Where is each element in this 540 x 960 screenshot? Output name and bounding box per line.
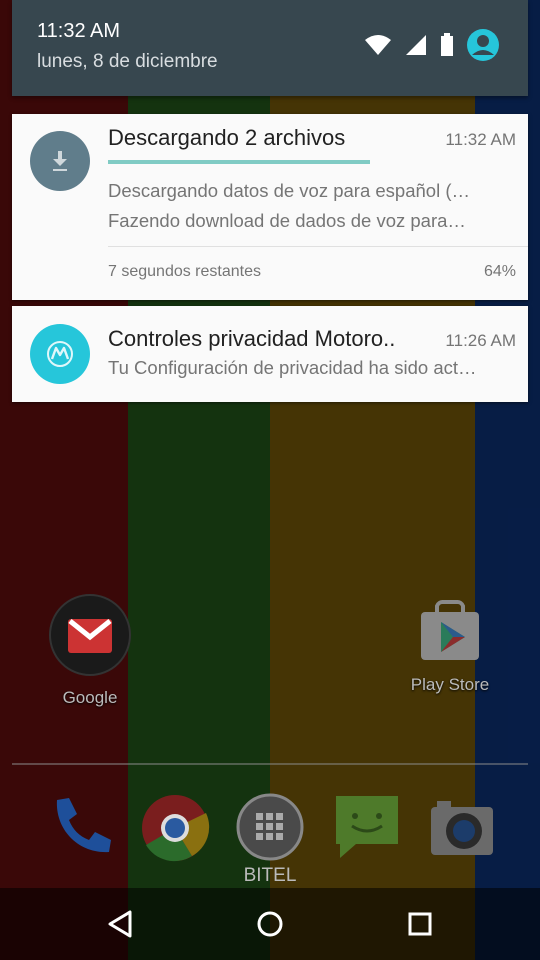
clock: 11:32 AM [37, 20, 121, 42]
recents-button[interactable] [400, 906, 440, 942]
download-icon [30, 131, 90, 191]
download-progress-bar [108, 160, 370, 164]
user-account-icon[interactable] [466, 28, 500, 62]
signal-icon [404, 34, 428, 56]
dock-chrome[interactable] [138, 793, 212, 868]
camera-icon [431, 801, 493, 855]
notification-text-line: Tu Configuración de privacidad ha sido a… [108, 357, 477, 378]
notification-divider [108, 246, 528, 247]
notification-title: Descargando 2 archivos [108, 125, 346, 150]
battery-icon [440, 33, 454, 57]
back-button[interactable] [100, 906, 140, 942]
messaging-icon [336, 796, 398, 858]
app-play-store[interactable]: Play Store [405, 600, 495, 695]
app-drawer-label: BITEL [243, 865, 297, 886]
quick-settings-header[interactable]: 11:32 AM lunes, 8 de diciembre [12, 0, 528, 96]
home-button[interactable] [250, 906, 290, 942]
notification-time: 11:32 AM [445, 130, 516, 149]
notification-download[interactable]: Descargando 2 archivos 11:32 AM Descarga… [12, 114, 528, 300]
notification-motorola-privacy[interactable]: Controles privacidad Motoro.. 11:26 AM T… [12, 306, 528, 402]
dock-divider [12, 763, 528, 765]
notification-title: Controles privacidad Motoro.. [108, 326, 396, 351]
notification-text-line: Descargando datos de voz para español (… [108, 180, 470, 201]
back-icon [108, 910, 132, 938]
dock-camera[interactable] [425, 797, 499, 864]
app-label-play-store: Play Store [410, 675, 490, 694]
recents-icon [408, 912, 432, 936]
time-remaining-label: 7 segundos restantes [108, 263, 261, 280]
play-store-icon [421, 600, 479, 660]
wifi-icon [364, 34, 392, 56]
chrome-icon [142, 795, 210, 862]
home-icon [257, 911, 283, 937]
dock-app-drawer[interactable]: BITEL [233, 792, 307, 887]
app-label-google: Google [62, 688, 118, 707]
progress-percent-label: 64% [483, 263, 516, 280]
motorola-icon [30, 324, 90, 384]
status-icons [364, 28, 500, 62]
date-label: lunes, 8 de diciembre [37, 51, 218, 72]
navigation-bar [0, 888, 540, 960]
notification-text-line: Fazendo download de dados de voz para… [108, 210, 466, 231]
google-folder-icon [49, 594, 131, 676]
app-drawer-icon [236, 793, 304, 861]
phone-icon [56, 798, 111, 853]
dock-messaging[interactable] [330, 792, 404, 867]
dock-phone[interactable] [40, 790, 116, 865]
app-google-folder[interactable]: Google [46, 593, 134, 708]
notification-time: 11:26 AM [445, 331, 516, 350]
